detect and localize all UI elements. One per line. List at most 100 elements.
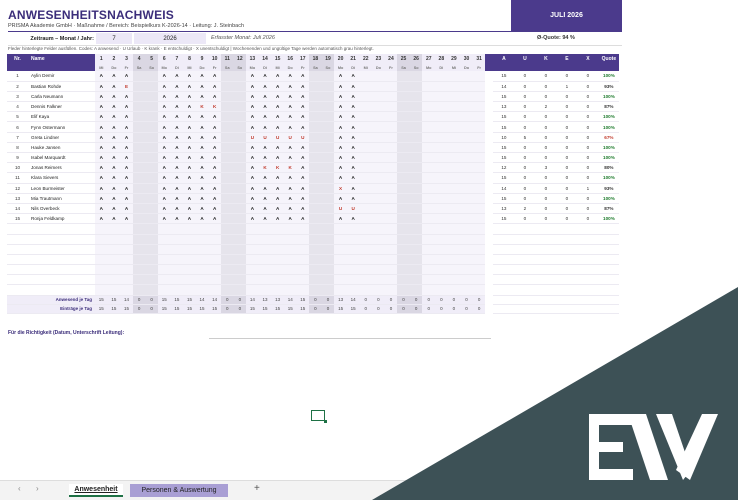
participant-name[interactable]: Aylin Demir [28,71,95,82]
attendance-cell[interactable] [435,121,448,133]
attendance-cell[interactable]: A [258,203,272,215]
empty-cell[interactable] [170,223,184,235]
empty-cell[interactable] [447,274,461,286]
empty-cell[interactable] [7,223,28,235]
empty-cell[interactable] [447,264,461,276]
attendance-cell[interactable] [422,121,436,133]
attendance-cell[interactable] [384,71,398,82]
empty-cell[interactable] [296,244,310,255]
empty-cell[interactable] [7,284,28,296]
attendance-cell[interactable]: A [107,213,121,225]
attendance-cell[interactable]: A [283,193,297,204]
attendance-cell[interactable] [359,81,373,92]
attendance-cell[interactable]: A [258,91,272,103]
attendance-cell[interactable]: A [95,121,108,133]
attendance-cell[interactable] [384,152,398,164]
participant-name[interactable]: Mia Trautmann [28,193,95,204]
attendance-cell[interactable]: A [334,132,347,143]
attendance-cell[interactable]: A [258,172,272,184]
attendance-cell[interactable]: A [258,152,272,164]
year-input[interactable]: 2026 [134,33,206,44]
attendance-cell[interactable] [472,81,486,92]
attendance-cell[interactable] [422,152,436,164]
attendance-cell[interactable]: A [246,121,259,133]
empty-cell[interactable] [120,264,133,276]
empty-cell[interactable] [422,244,436,255]
empty-cell[interactable] [107,254,121,266]
empty-cell[interactable] [107,284,121,296]
attendance-cell[interactable] [447,121,461,133]
attendance-cell[interactable]: A [107,71,121,82]
empty-cell[interactable] [296,223,310,235]
attendance-cell[interactable]: A [195,91,209,103]
empty-cell[interactable] [460,244,473,255]
attendance-cell[interactable]: A [120,71,133,82]
empty-cell[interactable] [334,284,347,296]
attendance-cell[interactable]: A [346,111,360,123]
attendance-cell[interactable] [384,213,398,225]
attendance-cell[interactable] [460,152,473,164]
empty-cell[interactable] [120,223,133,235]
attendance-cell[interactable]: A [283,101,297,113]
attendance-cell[interactable]: A [283,172,297,184]
empty-cell[interactable] [258,244,272,255]
attendance-cell[interactable] [435,81,448,92]
empty-cell[interactable] [157,264,171,276]
empty-cell[interactable] [435,274,448,286]
attendance-cell[interactable]: A [170,71,184,82]
attendance-cell[interactable]: A [246,81,259,92]
attendance-cell[interactable] [472,121,486,133]
attendance-cell[interactable]: A [120,101,133,113]
empty-cell[interactable] [384,223,398,235]
attendance-cell[interactable]: A [208,193,221,204]
attendance-cell[interactable] [472,213,486,225]
empty-cell[interactable] [346,284,360,296]
empty-cell[interactable] [384,274,398,286]
attendance-cell[interactable]: A [95,203,108,215]
empty-cell[interactable] [296,264,310,276]
attendance-cell[interactable] [460,183,473,194]
empty-cell[interactable] [435,234,448,245]
attendance-cell[interactable]: A [208,91,221,103]
empty-cell[interactable] [195,274,209,286]
attendance-cell[interactable] [447,132,461,143]
empty-cell[interactable] [107,244,121,255]
empty-cell[interactable] [422,254,436,266]
attendance-cell[interactable] [359,91,373,103]
attendance-cell[interactable]: A [271,172,284,184]
empty-cell[interactable] [460,284,473,296]
attendance-cell[interactable]: U [346,203,360,215]
empty-cell[interactable] [120,244,133,255]
attendance-cell[interactable]: A [283,213,297,225]
attendance-cell[interactable]: A [283,71,297,82]
attendance-cell[interactable]: A [208,213,221,225]
prev-sheet-icon[interactable]: ‹ [18,484,21,493]
attendance-cell[interactable]: A [170,111,184,123]
attendance-cell[interactable]: A [283,91,297,103]
attendance-cell[interactable]: A [246,111,259,123]
empty-cell[interactable] [359,223,373,235]
attendance-cell[interactable] [372,101,385,113]
attendance-cell[interactable] [447,71,461,82]
attendance-cell[interactable]: A [95,193,108,204]
attendance-cell[interactable]: A [120,193,133,204]
empty-cell[interactable] [460,264,473,276]
attendance-cell[interactable] [384,162,398,174]
empty-cell[interactable] [447,223,461,235]
attendance-cell[interactable]: U [271,132,284,143]
attendance-cell[interactable]: A [120,183,133,194]
attendance-cell[interactable]: A [346,81,360,92]
empty-cell[interactable] [296,284,310,296]
attendance-cell[interactable]: U [246,132,259,143]
attendance-cell[interactable]: A [107,183,121,194]
attendance-cell[interactable]: K [208,101,221,113]
attendance-cell[interactable]: A [346,132,360,143]
attendance-cell[interactable] [359,142,373,154]
attendance-cell[interactable]: A [183,193,196,204]
attendance-cell[interactable]: A [246,172,259,184]
empty-cell[interactable] [107,223,121,235]
attendance-cell[interactable] [359,71,373,82]
attendance-cell[interactable]: A [283,203,297,215]
attendance-cell[interactable] [435,111,448,123]
empty-cell[interactable] [183,254,196,266]
